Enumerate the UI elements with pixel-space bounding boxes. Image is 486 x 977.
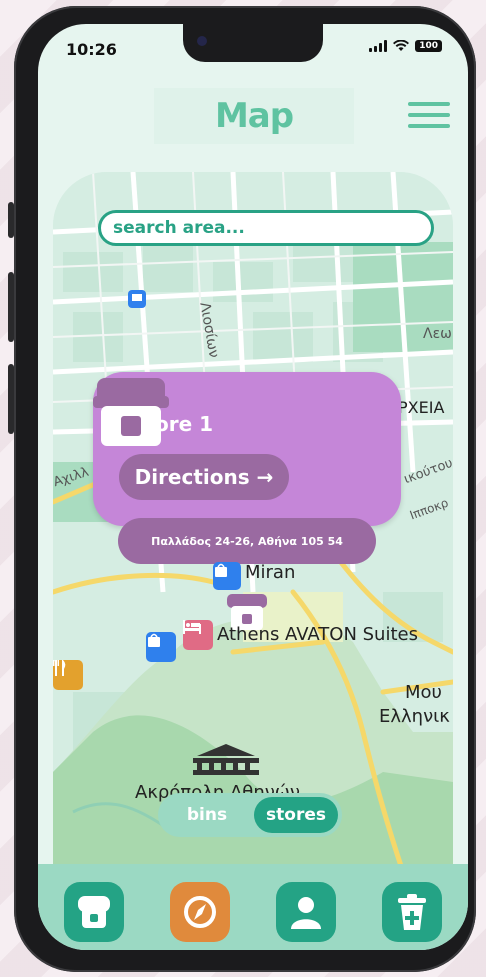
nav-profile-button[interactable] <box>276 882 336 942</box>
phone-screen: 10:26 100 Map search area... Λιοσίων Λεω… <box>38 24 468 950</box>
area-label: ΡΧΕΙΑ <box>398 398 445 417</box>
header-title-box: Map <box>154 88 354 144</box>
toggle-bins[interactable]: bins <box>172 793 242 837</box>
shopping-bag-icon[interactable] <box>213 562 241 590</box>
place-label-avaton: Athens AVATON Suites <box>217 624 418 645</box>
camera-icon <box>197 36 207 46</box>
store-address: Παλλάδος 24-26, Αθήνα 105 54 <box>118 518 376 564</box>
battery-icon: 100 <box>415 40 442 52</box>
recycle-bin-icon <box>398 894 426 930</box>
street-label: Λεω <box>423 326 452 342</box>
nav-home-button[interactable] <box>64 882 124 942</box>
address-text: Παλλάδος 24-26, Αθήνα 105 54 <box>151 534 343 548</box>
status-time: 10:26 <box>66 40 117 59</box>
status-icons: 100 <box>369 40 442 52</box>
notch <box>183 24 323 62</box>
hotel-bed-icon[interactable] <box>183 620 213 650</box>
toggle-stores[interactable]: stores <box>254 797 338 833</box>
mute-switch <box>8 202 14 238</box>
signal-icon <box>369 40 388 52</box>
bottom-nav-bar <box>38 864 468 950</box>
compass-icon <box>184 896 216 928</box>
directions-label: Directions → <box>134 465 274 489</box>
map-view[interactable]: Λιοσίων Λεω ΡΧΕΙΑ ικούτου Ιπποκρ Αχιλλ S… <box>53 172 453 872</box>
area-label: Μου <box>405 682 442 703</box>
store-icon <box>93 378 169 446</box>
area-label: Ελληνικ <box>379 706 450 727</box>
menu-hamburger-icon[interactable] <box>408 102 450 128</box>
bins-stores-toggle[interactable]: bins stores <box>158 793 342 837</box>
shopping-bag-icon[interactable] <box>146 632 176 662</box>
place-label-miran: Miran <box>245 562 296 583</box>
volume-down-button <box>8 364 14 434</box>
page-title: Map <box>214 96 294 136</box>
directions-button[interactable]: Directions → <box>119 454 289 500</box>
store-home-icon <box>78 896 110 928</box>
user-icon <box>291 897 321 929</box>
restaurant-icon[interactable] <box>53 660 83 690</box>
nav-compass-button[interactable] <box>170 882 230 942</box>
volume-up-button <box>8 272 14 342</box>
store-popup-card[interactable]: Store 1 Directions → <box>93 372 401 526</box>
search-input[interactable] <box>98 210 434 246</box>
nav-bin-button[interactable] <box>382 882 442 942</box>
wifi-icon <box>393 40 410 51</box>
